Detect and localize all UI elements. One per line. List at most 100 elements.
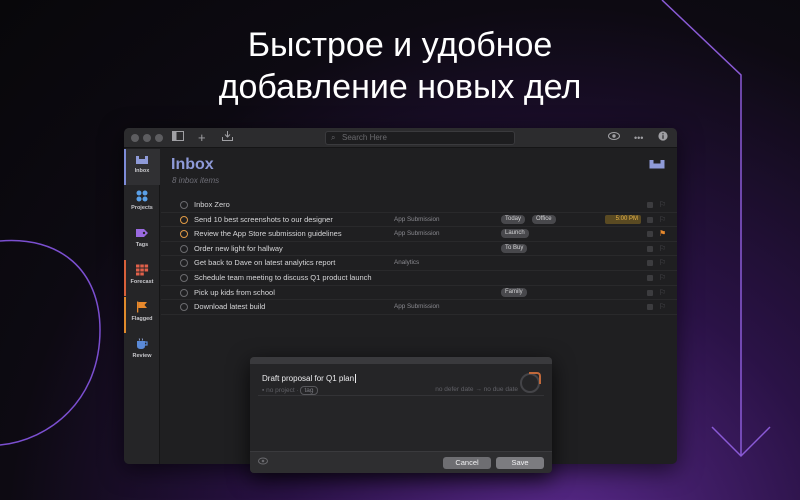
task-row[interactable]: Review the App Store submission guidelin… [161,227,677,242]
note-icon[interactable] [647,274,653,281]
sidebar-item-inbox[interactable]: Inbox [124,149,160,185]
sidebar-item-forecast[interactable]: Forecast [124,260,160,296]
headline-line-2: добавление новых дел [218,68,582,106]
flag-toggle-icon[interactable]: ⚐ [659,302,666,312]
task-project: App Submission [394,230,440,238]
task-checkbox[interactable] [180,215,188,224]
entry-dates: no defer date → no due date [435,386,518,393]
task-row[interactable]: Get back to Dave on latest analytics rep… [161,256,677,271]
flag-toggle-icon[interactable]: ⚐ [659,244,666,254]
task-project: App Submission [394,303,440,311]
flag-toggle-icon[interactable]: ⚑ [659,229,666,239]
task-title[interactable]: Download latest build [194,302,265,311]
task-checkbox[interactable] [180,273,188,282]
task-checkbox[interactable] [180,259,188,268]
task-title[interactable]: Pick up kids from school [194,288,275,297]
sidebar-toggle-icon[interactable] [172,131,184,145]
page-subtitle: 8 inbox items [172,176,220,185]
status-circle-icon[interactable] [520,372,541,393]
task-tag[interactable]: Launch [501,229,529,239]
cancel-button[interactable]: Cancel [443,457,491,469]
task-title[interactable]: Review the App Store submission guidelin… [194,229,342,238]
task-row[interactable]: Send 10 best screenshots to our designer… [161,213,677,228]
sidebar-item-label: Projects [131,205,153,211]
task-checkbox[interactable] [180,303,188,312]
minimize-window-button[interactable] [143,134,151,142]
project-field[interactable]: no project [266,387,295,394]
task-row[interactable]: Download latest build App Submission ⚐ [161,300,677,315]
task-row[interactable]: Order new light for hallway To Buy ⚐ [161,242,677,257]
search-icon: ⌕ [331,133,336,142]
flag-toggle-icon[interactable]: ⚐ [659,273,666,283]
review-cup-icon [137,338,148,349]
task-title[interactable]: Order new light for hallway [194,244,283,253]
eye-icon[interactable] [608,131,620,145]
task-title[interactable]: Send 10 best screenshots to our designer [194,215,333,224]
due-badge[interactable]: 5:00 PM [605,214,641,224]
defer-date-field[interactable]: no defer date [435,386,473,393]
flag-toggle-icon[interactable]: ⚐ [659,258,666,268]
quick-entry-row: Draft proposal for Q1 plan ▪ no project … [258,370,544,396]
forecast-grid-icon [136,264,149,276]
flag-toggle-icon[interactable]: ⚐ [659,215,666,225]
sidebar-item-label: Tags [135,242,149,248]
eye-icon[interactable] [258,457,268,467]
tag-field[interactable]: tag [300,386,318,395]
search-input[interactable]: ⌕ Search Here [325,131,515,145]
flag-toggle-icon[interactable]: ⚐ [659,200,666,210]
search-placeholder: Search Here [342,133,387,142]
task-tag[interactable]: Family [501,287,527,297]
sheet-header-bar [250,357,552,364]
sidebar-item-label: Flagged [131,316,153,322]
headline: Быстрое и удобное добавление новых дел [0,24,800,108]
inbox-tray-icon [136,156,148,164]
task-title[interactable]: Schedule team meeting to discuss Q1 prod… [194,273,372,282]
task-title[interactable]: Inbox Zero [194,200,230,209]
inbox-download-icon[interactable] [222,131,233,145]
task-checkbox[interactable] [180,230,188,239]
sidebar-item-label: Inbox [134,168,150,174]
note-icon[interactable] [647,216,653,223]
task-checkbox[interactable] [180,288,188,297]
headline-line-1: Быстрое и удобное [247,26,553,64]
new-task-title-input[interactable]: Draft proposal for Q1 plan [262,374,356,383]
entry-meta: ▪ no project · tag [262,386,318,395]
sidebar-item-label: Review [132,353,152,359]
more-icon[interactable]: ••• [634,131,643,145]
task-project: Analytics [394,259,420,267]
task-tag[interactable]: Today [501,214,526,224]
task-tag[interactable]: To Buy [501,243,528,253]
note-icon[interactable] [647,245,653,252]
task-checkbox[interactable] [180,201,188,209]
sheet-footer: Cancel Save [250,451,552,473]
page-title: Inbox [171,156,214,173]
task-tag[interactable]: Office [532,214,556,224]
note-icon[interactable] [647,202,653,208]
task-title[interactable]: Get back to Dave on latest analytics rep… [194,258,335,267]
projects-dots-icon [136,190,148,202]
due-date-field[interactable]: no due date [484,386,518,393]
close-window-button[interactable] [131,134,139,142]
task-row[interactable]: Inbox Zero ⚐ [161,198,677,213]
note-icon[interactable] [647,260,653,267]
sidebar-item-tags[interactable]: Tags [124,223,160,259]
zoom-window-button[interactable] [155,134,163,142]
sidebar-item-projects[interactable]: Projects [124,186,160,222]
task-list: Inbox Zero ⚐ Send 10 best screenshots to… [161,198,677,315]
note-icon[interactable] [647,289,653,296]
sidebar-item-flagged[interactable]: Flagged [124,297,160,333]
tag-icon [136,229,148,237]
task-row[interactable]: Schedule team meeting to discuss Q1 prod… [161,271,677,286]
sidebar-item-review[interactable]: Review [124,334,160,370]
inbox-tray-icon [649,160,665,169]
task-checkbox[interactable] [180,244,188,253]
note-icon[interactable] [647,231,653,238]
flag-toggle-icon[interactable]: ⚐ [659,288,666,298]
task-row[interactable]: Pick up kids from school Family ⚐ [161,286,677,301]
task-project: App Submission [394,215,440,223]
info-icon[interactable] [658,131,668,145]
note-icon[interactable] [647,304,653,311]
save-button[interactable]: Save [496,457,544,469]
titlebar: + ⌕ Search Here ••• [124,128,677,148]
add-icon[interactable]: + [198,131,206,144]
